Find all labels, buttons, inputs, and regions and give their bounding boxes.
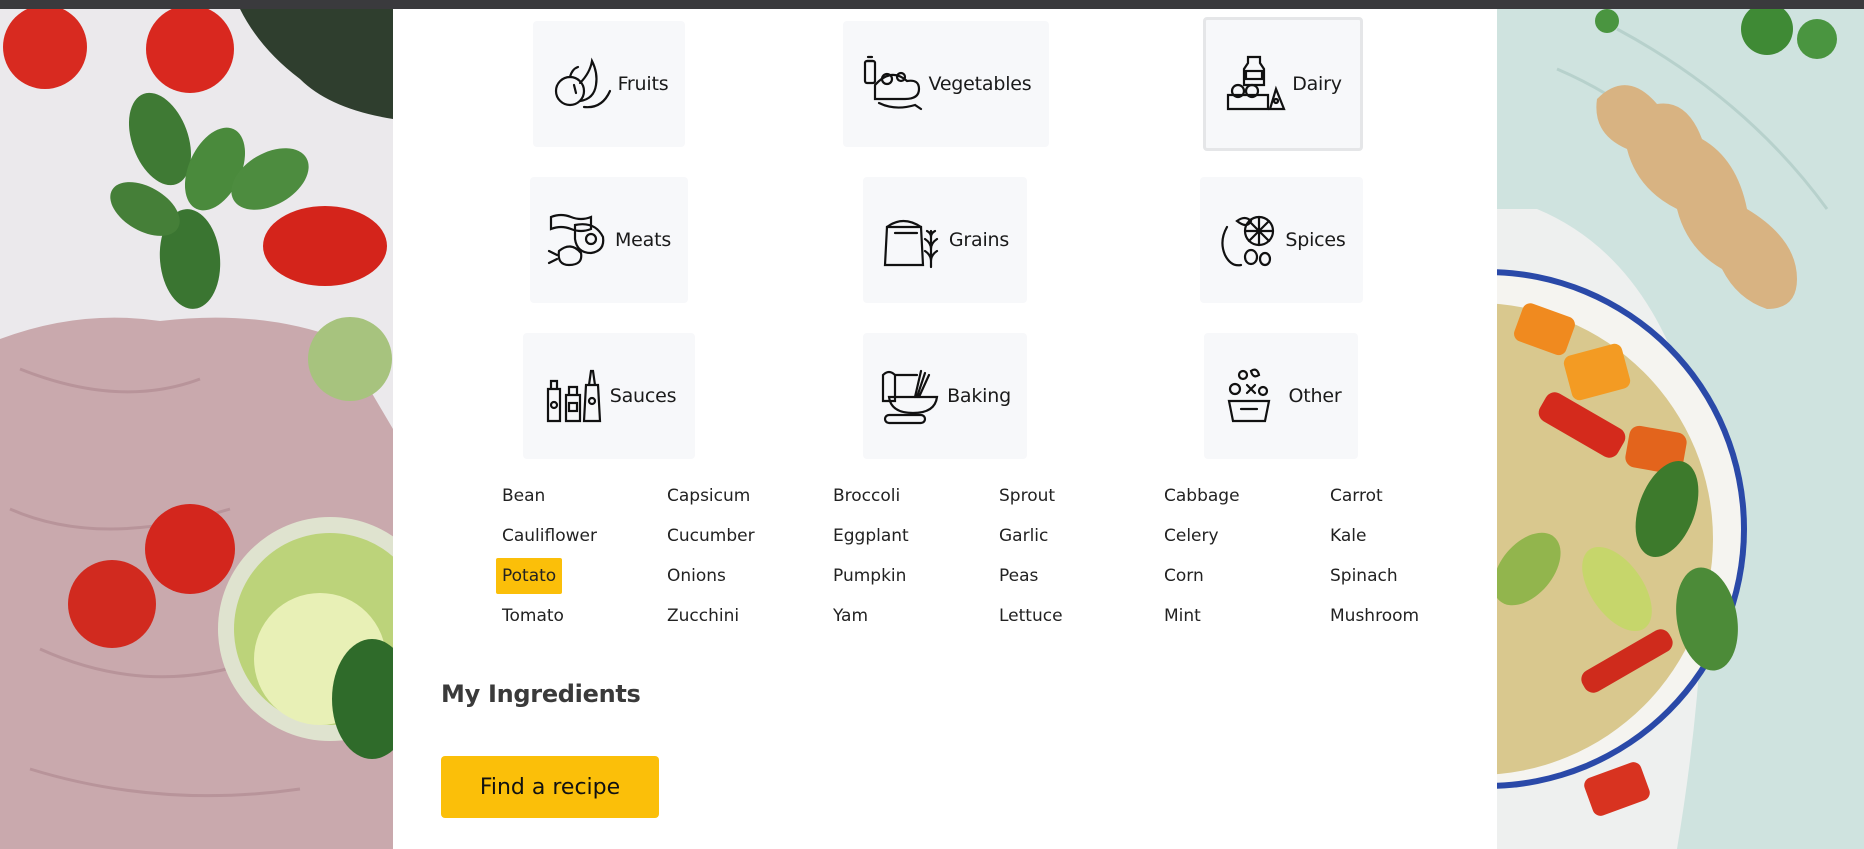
ingredient-item[interactable]: Cucumber [661, 518, 761, 554]
ingredient-panel: Fruits Vegetables Dairy Meats Grains Spi… [393, 9, 1497, 849]
category-other[interactable]: Other [1204, 333, 1358, 459]
ingredient-item[interactable]: Zucchini [661, 598, 745, 634]
grains-icon [883, 219, 938, 269]
dairy-icon [1227, 55, 1286, 111]
vegetables-icon [863, 55, 922, 111]
ingredient-item[interactable]: Cauliflower [496, 518, 603, 554]
left-photo-illustration [0, 9, 393, 849]
category-dairy[interactable]: Dairy [1203, 17, 1363, 151]
ingredient-item[interactable]: Capsicum [661, 478, 756, 514]
ingredient-item[interactable]: Lettuce [993, 598, 1069, 634]
category-grains[interactable]: Grains [863, 177, 1027, 303]
browser-top-bar [0, 0, 1864, 9]
ingredient-item[interactable]: Carrot [1324, 478, 1389, 514]
category-sauces[interactable]: Sauces [523, 333, 695, 459]
ingredient-item[interactable]: Sprout [993, 478, 1061, 514]
ingredient-item[interactable]: Bean [496, 478, 551, 514]
right-photo-illustration [1497, 9, 1864, 849]
ingredient-item[interactable]: Potato [496, 558, 563, 594]
category-fruits[interactable]: Fruits [533, 21, 685, 147]
ingredient-item[interactable]: Celery [1158, 518, 1225, 554]
category-label: Meats [614, 229, 672, 251]
category-label: Spices [1285, 229, 1346, 251]
ingredient-item[interactable]: Spinach [1324, 558, 1404, 594]
baking-icon [881, 369, 939, 425]
fruits-icon [554, 57, 611, 109]
meats-icon [547, 213, 605, 267]
ingredient-item[interactable]: Peas [993, 558, 1044, 594]
category-label: Dairy [1292, 73, 1342, 95]
ingredient-item[interactable]: Corn [1158, 558, 1210, 594]
category-label: Sauces [609, 385, 677, 407]
my-ingredients-title: My Ingredients [441, 680, 641, 708]
ingredient-item[interactable]: Cabbage [1158, 478, 1246, 514]
category-label: Grains [948, 229, 1010, 251]
category-spices[interactable]: Spices [1200, 177, 1363, 303]
ingredient-item[interactable]: Garlic [993, 518, 1054, 554]
ingredient-item[interactable]: Yam [827, 598, 874, 634]
other-icon [1227, 368, 1270, 423]
category-baking[interactable]: Baking [863, 333, 1027, 459]
category-meats[interactable]: Meats [530, 177, 688, 303]
category-label: Vegetables [928, 73, 1032, 95]
ingredient-item[interactable]: Eggplant [827, 518, 915, 554]
ingredient-item[interactable]: Pumpkin [827, 558, 912, 594]
ingredient-item[interactable]: Tomato [496, 598, 570, 634]
ingredient-item[interactable]: Kale [1324, 518, 1372, 554]
spices-icon [1221, 215, 1275, 267]
category-vegetables[interactable]: Vegetables [843, 21, 1049, 147]
ingredient-item[interactable]: Mint [1158, 598, 1207, 634]
ingredient-item[interactable]: Onions [661, 558, 732, 594]
category-label: Fruits [617, 73, 669, 95]
category-label: Baking [947, 385, 1011, 407]
find-recipe-button[interactable]: Find a recipe [441, 756, 659, 818]
ingredient-item[interactable]: Mushroom [1324, 598, 1425, 634]
category-label: Other [1288, 385, 1342, 407]
left-food-photo [0, 9, 393, 849]
right-food-photo [1497, 9, 1864, 849]
sauces-icon [546, 369, 601, 423]
ingredient-item[interactable]: Broccoli [827, 478, 906, 514]
